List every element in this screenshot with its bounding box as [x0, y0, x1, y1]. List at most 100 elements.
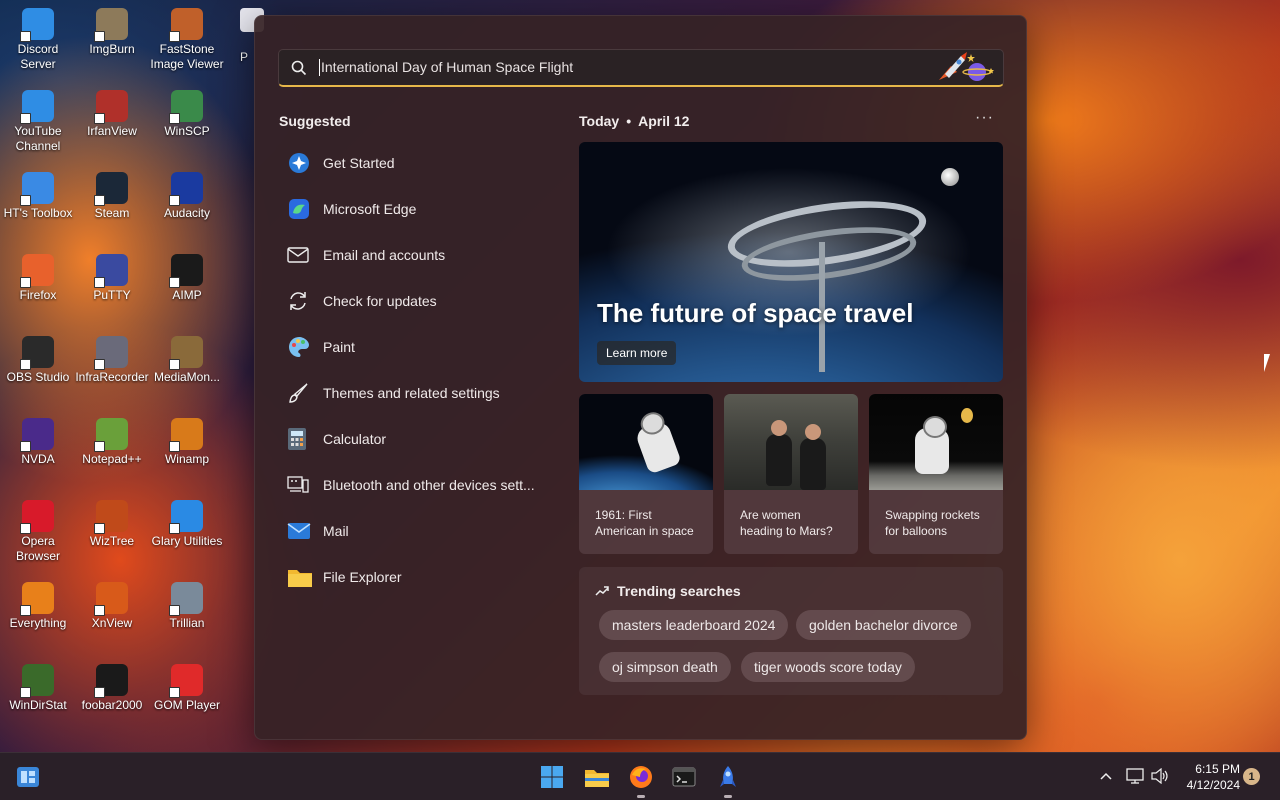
mail-icon — [279, 522, 323, 540]
news-card[interactable]: Swapping rockets for balloons — [869, 394, 1003, 554]
desktop-icon[interactable]: Trillian — [149, 582, 225, 631]
desktop-icon[interactable]: foobar2000 — [74, 664, 150, 713]
desktop-icon[interactable]: Discord Server — [0, 8, 76, 72]
trending-chip[interactable]: golden bachelor divorce — [796, 610, 971, 640]
women-astronauts-image — [724, 394, 858, 490]
taskbar-app-launcher[interactable] — [714, 763, 742, 798]
news-card-title: Swapping rockets for balloons — [885, 508, 980, 538]
desktop-icon-label: Audacity — [163, 206, 211, 220]
search-box[interactable]: International Day of Human Space Flight — [278, 49, 1004, 87]
desktop-icon-label: MediaMon... — [153, 370, 221, 384]
suggested-item-label: Mail — [323, 523, 349, 539]
desktop-icon-label: WinSCP — [164, 124, 210, 138]
desktop-icon[interactable]: PuTTY — [74, 254, 150, 303]
desktop-icon-label: XnView — [91, 616, 133, 630]
suggested-item[interactable]: Paint — [279, 324, 549, 370]
suggested-item-label: Check for updates — [323, 293, 437, 309]
suggested-item-label: Themes and related settings — [323, 385, 500, 401]
more-options-button[interactable]: ··· — [975, 109, 994, 127]
firefox-icon — [20, 254, 54, 288]
astronaut-earth-image — [579, 394, 713, 490]
desktop-icon-label: AIMP — [172, 288, 202, 302]
desktop-icon[interactable]: YouTube Channel — [0, 90, 76, 154]
terminal-icon — [94, 254, 128, 288]
suggested-item[interactable]: Bluetooth and other devices sett... — [279, 462, 549, 508]
trending-chip[interactable]: masters leaderboard 2024 — [599, 610, 789, 640]
desktop-icon[interactable]: Opera Browser — [0, 500, 76, 564]
taskbar-firefox[interactable] — [627, 763, 655, 798]
desktop-icon-label: Firefox — [19, 288, 57, 302]
desktop-icon[interactable]: MediaMon... — [149, 336, 225, 385]
desktop-icon[interactable]: GOM Player — [149, 664, 225, 713]
volume-button[interactable] — [1151, 767, 1169, 787]
start-button[interactable] — [538, 763, 566, 791]
desktop-icon[interactable]: Notepad++ — [74, 418, 150, 467]
network-icon — [1126, 768, 1144, 784]
notification-badge[interactable]: 1 — [1243, 768, 1260, 785]
system-clock[interactable]: 6:15 PM 4/12/2024 — [1178, 761, 1240, 793]
balloon-shape — [961, 408, 973, 423]
network-button[interactable] — [1126, 768, 1144, 787]
calculator-icon — [279, 427, 323, 451]
learn-more-button[interactable]: Learn more — [597, 341, 677, 365]
show-hidden-icons-button[interactable] — [1099, 768, 1113, 784]
glary-icon — [169, 500, 203, 534]
taskbar-file-explorer[interactable] — [583, 763, 611, 791]
trending-chip[interactable]: oj simpson death — [599, 652, 731, 682]
desktop-icon[interactable]: AIMP — [149, 254, 225, 303]
widgets-icon — [17, 767, 39, 787]
xnview-icon — [94, 582, 128, 616]
desktop-icon[interactable]: WizTree — [74, 500, 150, 549]
news-card[interactable]: 1961: First American in space — [579, 394, 713, 554]
desktop-icon[interactable]: NVDA — [0, 418, 76, 467]
widgets-button[interactable] — [14, 763, 42, 791]
running-indicator — [724, 795, 732, 798]
suggested-item-label: Paint — [323, 339, 355, 355]
folder-icon — [279, 566, 323, 588]
edge-icon — [279, 197, 323, 221]
suggested-item[interactable]: Get Started — [279, 140, 549, 186]
desktop-icon-label: Glary Utilities — [151, 534, 223, 548]
desktop-icon[interactable]: Everything — [0, 582, 76, 631]
suggested-item-label: Microsoft Edge — [323, 201, 417, 217]
desktop-icon[interactable]: WinDirStat — [0, 664, 76, 713]
suggested-item[interactable]: Mail — [279, 508, 549, 554]
desktop-icon[interactable]: FastStone Image Viewer — [149, 8, 225, 72]
desktop-icon[interactable]: ImgBurn — [74, 8, 150, 57]
desktop-icon-label: Steam — [94, 206, 130, 220]
desktop-icon-label: P — [240, 50, 249, 64]
taskbar-terminal[interactable] — [670, 763, 698, 791]
news-cards: 1961: First American in space Are women … — [579, 394, 1003, 554]
desktop-icon[interactable]: WinSCP — [149, 90, 225, 139]
suggested-item[interactable]: Themes and related settings — [279, 370, 549, 416]
suggested-item[interactable]: Microsoft Edge — [279, 186, 549, 232]
suggested-item[interactable]: File Explorer — [279, 554, 549, 600]
desktop-icon-label: Everything — [9, 616, 67, 630]
hero-card[interactable]: The future of space travel Learn more — [579, 142, 1003, 382]
suggested-item[interactable]: Email and accounts — [279, 232, 549, 278]
desktop-icon-label: Opera Browser — [15, 534, 60, 563]
suggested-item[interactable]: Check for updates — [279, 278, 549, 324]
desktop-icon[interactable]: Glary Utilities — [149, 500, 225, 549]
desktop-icon[interactable]: OBS Studio — [0, 336, 76, 385]
today-date: April 12 — [638, 113, 690, 129]
search-input[interactable]: International Day of Human Space Flight — [319, 59, 931, 77]
desktop-icon[interactable]: HT's Toolbox — [0, 172, 76, 221]
nvda-icon — [20, 418, 54, 452]
desktop-icon[interactable]: Winamp — [149, 418, 225, 467]
desktop: Discord Server ImgBurn FastStone Image Vie… — [0, 0, 260, 750]
desktop-icon[interactable]: Audacity — [149, 172, 225, 221]
firefox-icon — [630, 766, 652, 788]
mouse-cursor — [1264, 354, 1276, 372]
suggested-item[interactable]: Calculator — [279, 416, 549, 462]
suggested-item-label: File Explorer — [323, 569, 402, 585]
start-search-panel: International Day of Human Space Flight … — [254, 15, 1027, 740]
news-card[interactable]: Are women heading to Mars? — [724, 394, 858, 554]
desktop-icon[interactable]: IrfanView — [74, 90, 150, 139]
desktop-icon[interactable]: Firefox — [0, 254, 76, 303]
trending-chip[interactable]: tiger woods score today — [741, 652, 915, 682]
desktop-icon[interactable]: XnView — [74, 582, 150, 631]
desktop-icon[interactable]: InfraRecorder — [74, 336, 150, 385]
mail-outline-icon — [279, 247, 323, 263]
desktop-icon[interactable]: Steam — [74, 172, 150, 221]
